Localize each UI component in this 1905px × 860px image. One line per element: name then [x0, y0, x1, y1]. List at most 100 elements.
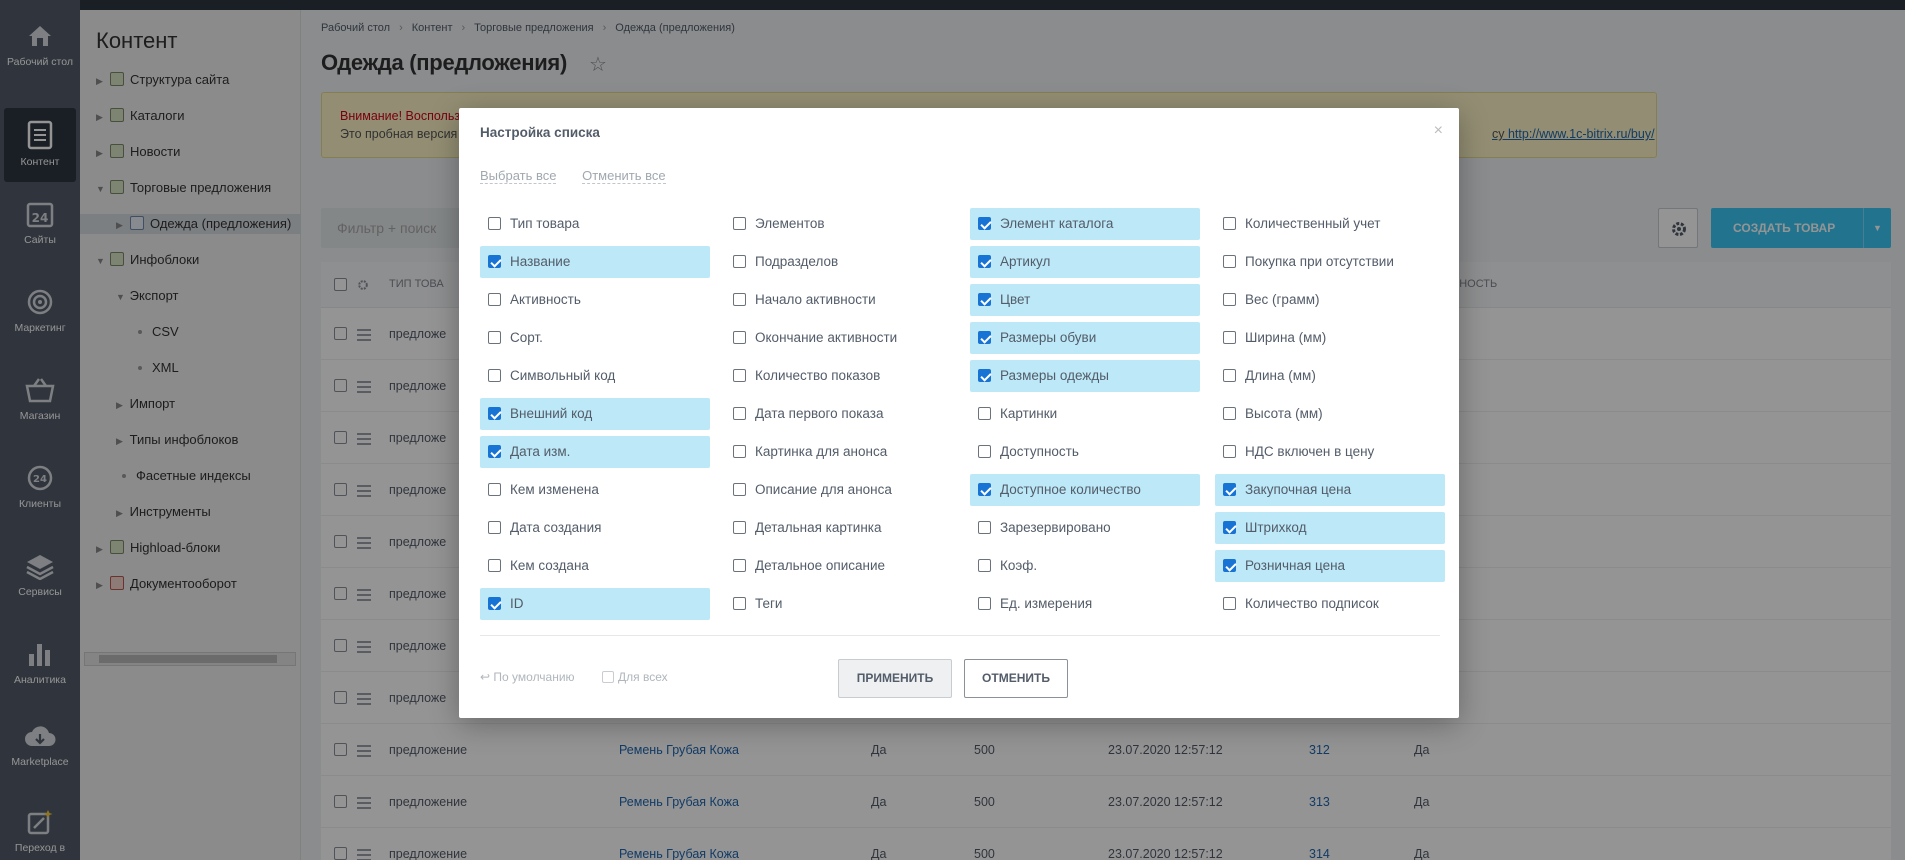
option-checkbox[interactable]: [488, 217, 501, 230]
column-option[interactable]: Количество показов: [725, 360, 955, 392]
column-option[interactable]: Внешний код: [480, 398, 710, 430]
select-all-link[interactable]: Выбрать все: [480, 168, 557, 184]
option-checkbox[interactable]: [488, 293, 501, 306]
column-option[interactable]: Название: [480, 246, 710, 278]
column-option[interactable]: Покупка при отсутствии: [1215, 246, 1445, 278]
option-checkbox[interactable]: [488, 521, 501, 534]
option-checkbox[interactable]: [978, 559, 991, 572]
column-option[interactable]: Артикул: [970, 246, 1200, 278]
option-checkbox[interactable]: [488, 559, 501, 572]
option-checkbox[interactable]: [488, 407, 501, 420]
option-checkbox[interactable]: [733, 483, 746, 496]
column-option[interactable]: Ширина (мм): [1215, 322, 1445, 354]
column-option[interactable]: Элемент каталога: [970, 208, 1200, 240]
column-option[interactable]: Размеры одежды: [970, 360, 1200, 392]
column-option[interactable]: Активность: [480, 284, 710, 316]
column-option[interactable]: Окончание активности: [725, 322, 955, 354]
option-checkbox[interactable]: [1223, 445, 1236, 458]
option-checkbox[interactable]: [1223, 407, 1236, 420]
option-checkbox[interactable]: [488, 369, 501, 382]
option-checkbox[interactable]: [1223, 559, 1236, 572]
column-option[interactable]: Теги: [725, 588, 955, 620]
column-option[interactable]: Элементов: [725, 208, 955, 240]
option-label: Количество подписок: [1245, 596, 1379, 611]
option-checkbox[interactable]: [1223, 217, 1236, 230]
close-icon[interactable]: ×: [1434, 122, 1443, 140]
option-checkbox[interactable]: [733, 559, 746, 572]
for-all-box[interactable]: [602, 671, 614, 683]
column-option[interactable]: Размеры обуви: [970, 322, 1200, 354]
column-option[interactable]: Длина (мм): [1215, 360, 1445, 392]
column-option[interactable]: Кем создана: [480, 550, 710, 582]
option-checkbox[interactable]: [978, 255, 991, 268]
option-checkbox[interactable]: [733, 521, 746, 534]
column-option[interactable]: Картинка для анонса: [725, 436, 955, 468]
option-checkbox[interactable]: [978, 445, 991, 458]
option-checkbox[interactable]: [1223, 521, 1236, 534]
column-option[interactable]: Картинки: [970, 398, 1200, 430]
option-label: Ширина (мм): [1245, 330, 1327, 345]
option-checkbox[interactable]: [733, 331, 746, 344]
deselect-all-link[interactable]: Отменить все: [582, 168, 666, 184]
column-option[interactable]: Штрихкод: [1215, 512, 1445, 544]
option-checkbox[interactable]: [1223, 331, 1236, 344]
column-option[interactable]: Сорт.: [480, 322, 710, 354]
column-option[interactable]: Дата первого показа: [725, 398, 955, 430]
column-option[interactable]: Высота (мм): [1215, 398, 1445, 430]
option-checkbox[interactable]: [1223, 369, 1236, 382]
option-checkbox[interactable]: [1223, 293, 1236, 306]
column-option[interactable]: Детальная картинка: [725, 512, 955, 544]
option-checkbox[interactable]: [978, 597, 991, 610]
option-checkbox[interactable]: [488, 255, 501, 268]
option-checkbox[interactable]: [488, 445, 501, 458]
for-all-checkbox[interactable]: Для всех: [602, 670, 668, 684]
column-option[interactable]: Тип товара: [480, 208, 710, 240]
option-checkbox[interactable]: [978, 407, 991, 420]
option-checkbox[interactable]: [978, 217, 991, 230]
option-label: Количество показов: [755, 368, 881, 383]
column-option[interactable]: Коэф.: [970, 550, 1200, 582]
column-option[interactable]: Дата создания: [480, 512, 710, 544]
column-option[interactable]: Детальное описание: [725, 550, 955, 582]
option-checkbox[interactable]: [1223, 597, 1236, 610]
apply-button[interactable]: ПРИМЕНИТЬ: [838, 659, 952, 698]
column-option[interactable]: Ед. измерения: [970, 588, 1200, 620]
column-option[interactable]: Количественный учет: [1215, 208, 1445, 240]
option-checkbox[interactable]: [978, 293, 991, 306]
option-label: Элементов: [755, 216, 825, 231]
option-checkbox[interactable]: [488, 483, 501, 496]
option-checkbox[interactable]: [978, 483, 991, 496]
option-checkbox[interactable]: [733, 407, 746, 420]
option-checkbox[interactable]: [733, 255, 746, 268]
column-option[interactable]: Доступность: [970, 436, 1200, 468]
option-checkbox[interactable]: [1223, 255, 1236, 268]
column-option[interactable]: НДС включен в цену: [1215, 436, 1445, 468]
column-option[interactable]: Розничная цена: [1215, 550, 1445, 582]
option-checkbox[interactable]: [1223, 483, 1236, 496]
option-checkbox[interactable]: [978, 369, 991, 382]
column-option[interactable]: Подразделов: [725, 246, 955, 278]
option-checkbox[interactable]: [733, 445, 746, 458]
option-checkbox[interactable]: [733, 217, 746, 230]
column-option[interactable]: Закупочная цена: [1215, 474, 1445, 506]
column-option[interactable]: Начало активности: [725, 284, 955, 316]
option-checkbox[interactable]: [488, 331, 501, 344]
column-option[interactable]: Дата изм.: [480, 436, 710, 468]
option-checkbox[interactable]: [733, 293, 746, 306]
cancel-button[interactable]: ОТМЕНИТЬ: [964, 659, 1068, 698]
column-option[interactable]: Доступное количество: [970, 474, 1200, 506]
option-checkbox[interactable]: [488, 597, 501, 610]
column-option[interactable]: Цвет: [970, 284, 1200, 316]
column-option[interactable]: Символьный код: [480, 360, 710, 392]
column-option[interactable]: Описание для анонса: [725, 474, 955, 506]
option-checkbox[interactable]: [978, 521, 991, 534]
option-checkbox[interactable]: [733, 597, 746, 610]
column-option[interactable]: Вес (грамм): [1215, 284, 1445, 316]
reset-default-link[interactable]: ↩ По умолчанию: [480, 670, 575, 684]
option-checkbox[interactable]: [978, 331, 991, 344]
column-option[interactable]: Количество подписок: [1215, 588, 1445, 620]
option-checkbox[interactable]: [733, 369, 746, 382]
column-option[interactable]: Кем изменена: [480, 474, 710, 506]
column-option[interactable]: Зарезервировано: [970, 512, 1200, 544]
column-option[interactable]: ID: [480, 588, 710, 620]
